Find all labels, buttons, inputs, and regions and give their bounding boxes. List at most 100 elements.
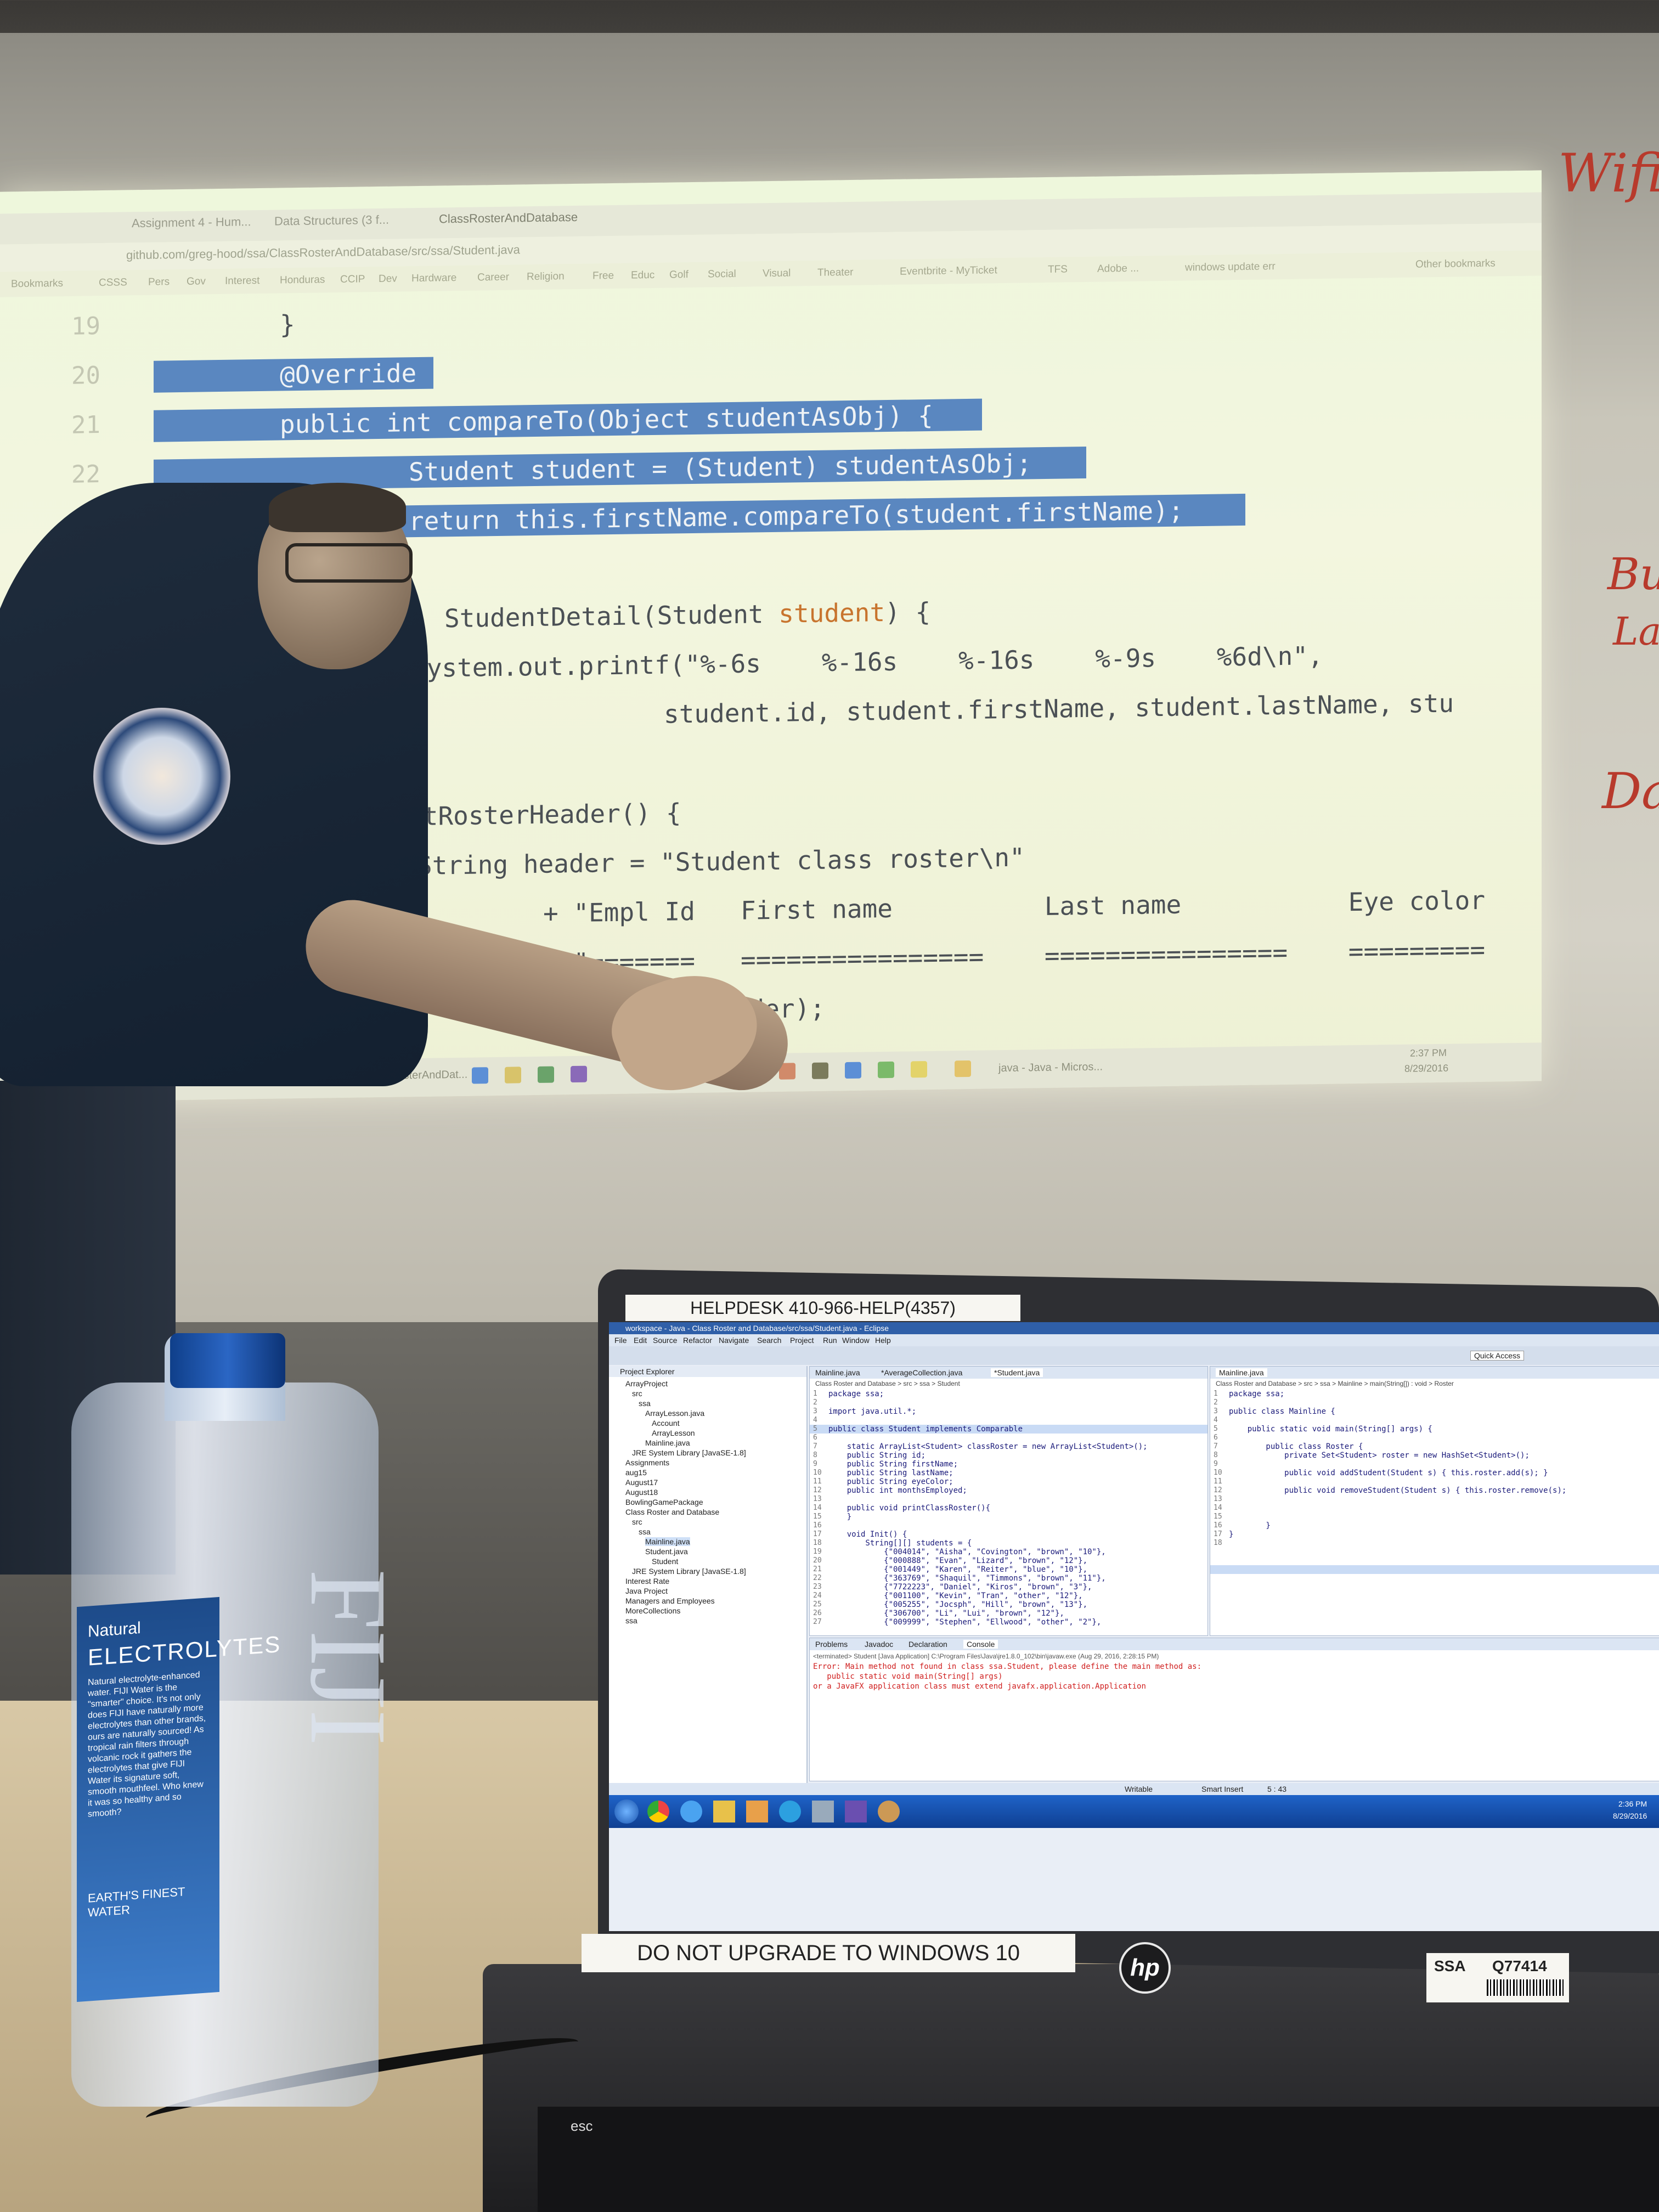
app-icon[interactable]: [878, 1801, 900, 1822]
tree-item[interactable]: BowlingGamePackage: [625, 1498, 703, 1506]
tree-item[interactable]: MoreCollections: [625, 1606, 680, 1615]
app-icon[interactable]: [878, 1061, 894, 1079]
tree-item[interactable]: Account: [652, 1419, 680, 1427]
tree-item[interactable]: JRE System Library [JavaSE-1.8]: [632, 1567, 746, 1576]
tree-item[interactable]: August18: [625, 1488, 658, 1497]
bookmark-item[interactable]: Adobe ...: [1097, 263, 1139, 275]
store-icon[interactable]: [538, 1066, 554, 1083]
menu-edit[interactable]: Edit: [634, 1336, 647, 1345]
tree-item[interactable]: ssa: [639, 1399, 651, 1408]
folder-icon[interactable]: [713, 1801, 735, 1822]
tree-item[interactable]: ArrayLesson.java: [645, 1409, 704, 1418]
tree-item-selected[interactable]: Mainline.java: [645, 1537, 690, 1546]
bookmark-item[interactable]: Hardware: [411, 272, 456, 285]
menu-file[interactable]: File: [614, 1336, 627, 1345]
app-icon[interactable]: [812, 1062, 828, 1079]
menu-window[interactable]: Window: [842, 1336, 870, 1345]
tree-item[interactable]: src: [632, 1517, 642, 1526]
editor-tab[interactable]: Mainline.java: [815, 1368, 860, 1377]
keyboard[interactable]: esc: [538, 2107, 1659, 2212]
bookmark-item[interactable]: Interest: [225, 275, 259, 287]
notes-icon[interactable]: [911, 1061, 927, 1078]
quick-access-field[interactable]: Quick Access: [1470, 1351, 1525, 1361]
menu-search[interactable]: Search: [757, 1336, 781, 1345]
bookmark-item[interactable]: Eventbrite - MyTicket: [900, 264, 997, 278]
visual-studio-icon[interactable]: [571, 1065, 587, 1083]
eclipse-icon[interactable]: [845, 1801, 867, 1822]
eclipse-toolbar: Quick Access: [609, 1346, 1659, 1365]
bookmark-item[interactable]: windows update err: [1185, 261, 1276, 274]
url-text[interactable]: github.com/greg-hood/ssa/ClassRosterAndD…: [126, 242, 520, 262]
menu-help[interactable]: Help: [875, 1336, 891, 1345]
browser-tab-active[interactable]: ClassRosterAndDatabase: [439, 210, 578, 234]
folder-icon[interactable]: [505, 1066, 521, 1084]
tree-item[interactable]: Managers and Employees: [625, 1596, 715, 1605]
chrome-icon[interactable]: [647, 1801, 669, 1822]
bookmark-item[interactable]: Gov: [187, 275, 206, 287]
app-icon[interactable]: [845, 1062, 861, 1079]
app-icon[interactable]: [812, 1801, 834, 1822]
menu-source[interactable]: Source: [653, 1336, 677, 1345]
editor-tab-active[interactable]: Mainline.java: [1216, 1368, 1267, 1377]
bookmark-item[interactable]: Religion: [527, 270, 565, 283]
bookmark-item[interactable]: Golf: [669, 269, 689, 281]
bookmark-item[interactable]: CSSS: [99, 276, 127, 289]
taskbar-item[interactable]: java - Java - Micros...: [998, 1061, 1103, 1075]
editor-breadcrumb[interactable]: Class Roster and Database > src > ssa > …: [1216, 1380, 1454, 1387]
ie-icon[interactable]: [680, 1801, 702, 1822]
editor-tab[interactable]: *AverageCollection.java: [881, 1368, 962, 1377]
bookmark-item[interactable]: Free: [592, 270, 614, 283]
menu-refactor[interactable]: Refactor: [683, 1336, 712, 1345]
editor-body[interactable]: 1 package ssa; 2 3 public class Mainline {4 5…: [1210, 1390, 1659, 1631]
tree-item[interactable]: ArrayProject: [625, 1379, 668, 1388]
bookmark-item[interactable]: Career: [477, 272, 509, 284]
tree-item[interactable]: aug15: [625, 1468, 647, 1477]
bookmark-item[interactable]: Visual: [763, 267, 791, 280]
eclipse-menubar: File Edit Source Refactor Navigate Searc…: [609, 1334, 1659, 1346]
browser-tab[interactable]: Data Structures (3 f...: [274, 213, 389, 236]
tree-item[interactable]: Student: [652, 1557, 678, 1566]
console-view: Problems Javadoc Declaration Console <te…: [809, 1638, 1659, 1781]
bookmark-item[interactable]: Theater: [817, 267, 853, 279]
tree-item[interactable]: Interest Rate: [625, 1577, 669, 1585]
tree-item[interactable]: ssa: [625, 1616, 637, 1625]
key[interactable]: esc: [571, 2118, 592, 2135]
media-icon[interactable]: [746, 1801, 768, 1822]
bookmark-item[interactable]: Pers: [148, 276, 170, 289]
tab-console[interactable]: Console: [963, 1640, 998, 1649]
browser-tab[interactable]: Assignment 4 - Hum...: [132, 215, 251, 238]
tree-item[interactable]: src: [632, 1389, 642, 1398]
tree-item[interactable]: JRE System Library [JavaSE-1.8]: [632, 1448, 746, 1457]
ie-icon[interactable]: [472, 1067, 488, 1084]
start-button-icon[interactable]: [614, 1799, 639, 1824]
menu-run[interactable]: Run: [823, 1336, 837, 1345]
console-error-line: public static void main(String[] args): [813, 1672, 1003, 1681]
bookmark-item[interactable]: Bookmarks: [11, 278, 63, 290]
tree-item[interactable]: Mainline.java: [645, 1438, 690, 1447]
bookmark-item[interactable]: CCIP: [340, 273, 365, 286]
tree-item[interactable]: August17: [625, 1478, 658, 1487]
tree-item[interactable]: Class Roster and Database: [625, 1508, 719, 1516]
menu-navigate[interactable]: Navigate: [719, 1336, 749, 1345]
menu-project[interactable]: Project: [790, 1336, 814, 1345]
bookmark-item[interactable]: Dev: [379, 273, 397, 285]
tab-declaration[interactable]: Declaration: [909, 1640, 947, 1649]
tab-javadoc[interactable]: Javadoc: [865, 1640, 893, 1649]
tree-item[interactable]: Java Project: [625, 1587, 668, 1595]
tab-problems[interactable]: Problems: [815, 1640, 848, 1649]
line-number: 10: [813, 1469, 822, 1477]
tree-item[interactable]: ssa: [639, 1527, 651, 1536]
tree-item[interactable]: ArrayLesson: [652, 1429, 695, 1437]
skype-icon[interactable]: [779, 1801, 801, 1822]
editor-breadcrumb[interactable]: Class Roster and Database > src > ssa > …: [815, 1380, 960, 1387]
tree-item[interactable]: Assignments: [625, 1458, 669, 1467]
editor-tab-active[interactable]: *Student.java: [991, 1368, 1043, 1377]
notes-icon[interactable]: [955, 1060, 971, 1077]
bookmark-item[interactable]: Educ: [631, 269, 654, 282]
editor-body[interactable]: 1 package ssa; 2 3 import java.util.*; 4 5 publ…: [810, 1390, 1207, 1631]
bookmark-item[interactable]: TFS: [1048, 263, 1068, 276]
bookmark-item[interactable]: Honduras: [280, 274, 325, 286]
tree-item[interactable]: Student.java: [645, 1547, 688, 1556]
bookmark-item[interactable]: Social: [708, 268, 736, 281]
bookmark-item[interactable]: Other bookmarks: [1415, 258, 1496, 271]
